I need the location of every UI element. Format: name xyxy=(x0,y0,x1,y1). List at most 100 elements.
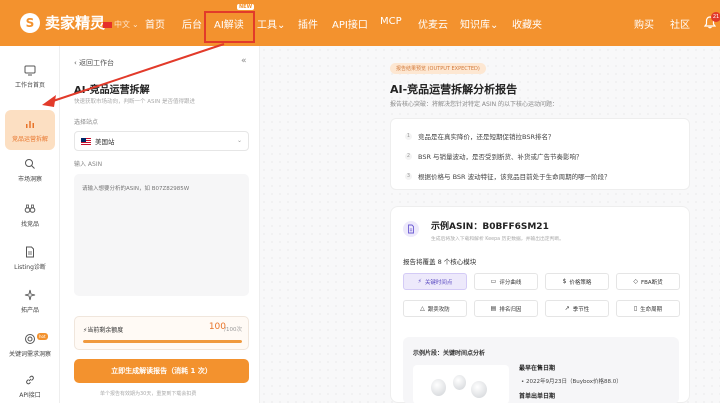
site-select[interactable]: 美国站 ⌄ xyxy=(74,131,249,151)
nav-tools-label: 工具 xyxy=(257,20,277,31)
dollar-icon: $ xyxy=(562,278,567,285)
module-tag-rating-curve[interactable]: ▭ 评分曲线 xyxy=(474,273,538,290)
footnote: 单个报告有效期为30天，重复到下载会扣费 xyxy=(100,391,197,397)
doc-icon: ▯ xyxy=(633,305,638,312)
sidebar: 工作台首页 竞品运营拆解 市场洞察 找竞品 Listing诊断 拓产品 关键词需… xyxy=(0,46,60,403)
sparkle-icon xyxy=(24,289,36,301)
quota-progress-bar xyxy=(83,340,242,343)
module-tag-seasonality[interactable]: ↗ 季节性 xyxy=(545,300,609,317)
sidebar-item-label: 关键词需求洞察 xyxy=(8,351,51,358)
notification-count-badge: 21 xyxy=(711,12,720,22)
snippet-item: • 2022年9月23日（Buybox价格88.0） xyxy=(521,379,622,385)
bar-chart-icon xyxy=(26,121,34,128)
example-subtitle: 生成后将放入下载和解析 Keepa 历史数据，并输出出定判断。 xyxy=(431,237,564,242)
report-preview-area: 报告结果预览 (OUTPUT EXPECTED) AI-竞品运营拆解分析报告 报… xyxy=(260,46,720,403)
module-label: FBA断货 xyxy=(640,279,663,286)
quota-card: ⚡当前剩余额度 100 /100次 xyxy=(74,316,249,350)
panel-subtitle: 快速获取市场动向，判断一个 ASIN 是否值得跟进 xyxy=(74,99,195,105)
earbud-shape xyxy=(431,379,446,396)
snippet-heading: 首单出单日期 xyxy=(519,393,556,400)
report-subtitle: 报告核心突破：将解决您针对特定 ASIN 的以下核心运动问题： xyxy=(390,101,558,108)
modules-cover-label: 报告将覆盖 8 个核心模块 xyxy=(403,258,477,266)
link-icon xyxy=(26,375,34,385)
target-icon xyxy=(25,334,35,344)
logo[interactable]: S 卖家精灵 xyxy=(20,12,105,33)
monitor-icon xyxy=(24,65,36,76)
module-tag-hijack-defense[interactable]: △ 跟卖攻防 xyxy=(403,300,467,317)
sidebar-item-competitor-analysis[interactable]: 竞品运营拆解 xyxy=(0,118,60,143)
question-number: 3 xyxy=(405,172,412,180)
nav-tools[interactable]: 工具⌄ xyxy=(257,16,285,31)
nav-home[interactable]: 首页 xyxy=(145,16,165,31)
module-label: 跟卖攻防 xyxy=(427,306,450,313)
asin-label: 输入 ASIN xyxy=(74,161,103,168)
questions-card: 1 竞品是在真实降价，还是短期促销拉BSR排名？ 2 BSR 与销量波动，是否受… xyxy=(390,118,690,190)
question-item: 2 BSR 与销量波动，是否受到断货、补货或广告节奏影响？ xyxy=(405,151,583,161)
sidebar-item-workbench[interactable]: 工作台首页 xyxy=(0,64,60,89)
nav-api[interactable]: API接口 xyxy=(332,16,368,31)
asin-input[interactable] xyxy=(74,174,249,296)
nav-community[interactable]: 社区 xyxy=(670,16,690,31)
nav-buy[interactable]: 购买 xyxy=(634,16,654,31)
sidebar-item-market-insight[interactable]: 市场洞察 xyxy=(0,158,60,183)
nav-plugins[interactable]: 插件 xyxy=(298,16,318,31)
snippet-heading: 最早在售日期 xyxy=(519,365,556,372)
sidebar-item-label: 找竞品 xyxy=(20,221,39,228)
module-label: 评分曲线 xyxy=(499,279,522,286)
module-tag-fba-stockout[interactable]: ◇ FBA断货 xyxy=(616,273,680,290)
language-label: 中文 xyxy=(114,20,130,29)
document-icon xyxy=(403,221,419,237)
nav-knowledge-label: 知识库 xyxy=(460,20,490,31)
back-link[interactable]: ‹ 返回工作台 xyxy=(74,58,114,68)
language-selector[interactable]: 中文 ⌄ xyxy=(103,19,139,30)
new-badge: NEW xyxy=(237,4,255,10)
nav-backend[interactable]: 后台 xyxy=(182,16,202,31)
sidebar-item-api[interactable]: API接口 xyxy=(0,374,60,399)
quota-progress-fill xyxy=(83,340,242,343)
nav-knowledge[interactable]: 知识库⌄ xyxy=(460,16,498,31)
example-asin-title: 示例ASIN：B0BFF6SM21 xyxy=(431,222,549,232)
product-image xyxy=(413,365,509,403)
us-flag-icon xyxy=(81,137,91,145)
module-tag-rank-attribution[interactable]: ▤ 排名归因 xyxy=(474,300,538,317)
quota-total: /100次 xyxy=(224,327,242,333)
module-tag-price-strategy[interactable]: $ 价格策略 xyxy=(545,273,609,290)
module-label: 季节性 xyxy=(572,306,590,313)
sidebar-item-label: 工作台首页 xyxy=(14,82,45,89)
hot-badge: hot xyxy=(37,333,48,340)
snippet-title: 示例片段：关键时间点分析 xyxy=(413,350,486,357)
search-icon xyxy=(25,159,35,169)
module-tag-key-timepoints[interactable]: ⚡ 关键时间点 xyxy=(403,273,467,290)
earbud-shape xyxy=(471,381,487,398)
quota-label: ⚡当前剩余额度 xyxy=(83,327,124,334)
back-link-label: 返回工作台 xyxy=(79,59,115,67)
chevron-left-icon: ‹ xyxy=(74,59,77,67)
nav-favorites[interactable]: 收藏夹 xyxy=(512,16,542,31)
list-icon: ▤ xyxy=(490,305,497,312)
box-icon: ◇ xyxy=(633,278,638,285)
nav-youmaiyun[interactable]: 优麦云 xyxy=(418,16,448,31)
generate-report-button[interactable]: 立即生成解读报告（消耗 1 次） xyxy=(74,359,249,383)
sidebar-item-label: 竞品运营拆解 xyxy=(11,136,48,143)
sidebar-item-find-competitors[interactable]: 找竞品 xyxy=(0,203,60,228)
trend-icon: ↗ xyxy=(564,305,570,312)
sidebar-item-keyword-insight[interactable]: 关键词需求洞察 xyxy=(0,333,60,358)
chevron-down-icon: ⌄ xyxy=(236,137,242,144)
lightning-icon: ⚡ xyxy=(417,278,422,285)
document-icon xyxy=(26,246,34,258)
question-text: 竞品是在真实降价，还是短期促销拉BSR排名？ xyxy=(418,133,555,141)
sidebar-item-label: API接口 xyxy=(19,392,41,399)
sidebar-item-label: 市场洞察 xyxy=(17,176,42,183)
module-label: 生命周期 xyxy=(640,306,663,313)
input-panel: ‹ 返回工作台 « AI-竞品运营拆解 快速获取市场动向，判断一个 ASIN 是… xyxy=(60,46,260,403)
collapse-panel-icon[interactable]: « xyxy=(241,56,247,66)
binoculars-icon xyxy=(24,204,36,213)
sidebar-item-listing-diagnosis[interactable]: Listing诊断 xyxy=(0,246,60,271)
nav-mcp[interactable]: MCP xyxy=(380,16,402,27)
highlight-box xyxy=(204,11,255,43)
module-tag-lifecycle[interactable]: ▯ 生命周期 xyxy=(616,300,680,317)
chevron-down-icon: ⌄ xyxy=(132,20,139,29)
question-text: BSR 与销量波动，是否受到断货、补货或广告节奏影响？ xyxy=(418,153,583,161)
sidebar-item-expand-products[interactable]: 拓产品 xyxy=(0,289,60,314)
site-select-value: 美国站 xyxy=(95,138,115,146)
